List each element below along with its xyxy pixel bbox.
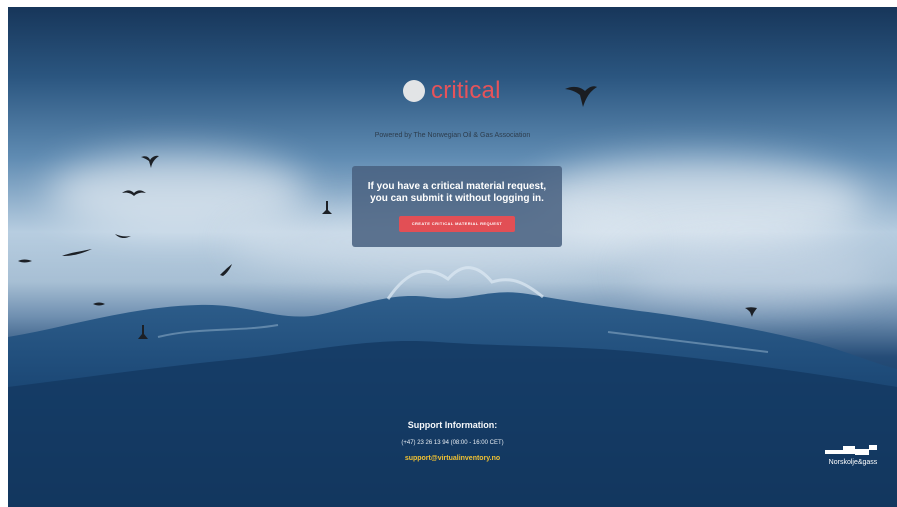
bird-icon (115, 234, 131, 239)
support-phone: (+47) 23 26 13 94 (08:00 - 16:00 CET) (401, 440, 504, 446)
bird-icon (322, 201, 332, 214)
bird-icon (122, 190, 146, 196)
critical-request-card: If you have a critical material request,… (352, 166, 562, 247)
bird-icon (745, 307, 757, 317)
powered-by-text: Powered by The Norwegian Oil & Gas Assoc… (374, 132, 531, 139)
partner-logo-text: Norskolje&gass (828, 459, 878, 466)
critical-logo[interactable]: critical (403, 77, 501, 105)
logo-circle-icon (403, 80, 425, 102)
bird-icon (62, 249, 92, 256)
logo-text: critical (431, 77, 501, 104)
support-title: Support Information: (407, 420, 498, 430)
support-email-link[interactable]: support@virtualinventory.no (8, 455, 897, 462)
partner-logo-icon (825, 445, 877, 455)
bird-icon (93, 302, 105, 306)
card-message-line-1: If you have a critical material request, (367, 181, 547, 192)
bird-icon (138, 325, 148, 339)
partner-logo[interactable]: Norskolje&gass (822, 444, 884, 474)
bird-icon (220, 264, 232, 276)
bird-icon (565, 86, 597, 107)
bird-icon (141, 155, 159, 168)
background-hero: critical Powered by The Norwegian Oil & … (8, 7, 897, 507)
card-message-line-2: you can submit it without logging in. (370, 193, 544, 204)
create-critical-material-request-button[interactable]: CREATE CRITICAL MATERIAL REQUEST (399, 216, 515, 232)
bird-icon (18, 259, 32, 263)
